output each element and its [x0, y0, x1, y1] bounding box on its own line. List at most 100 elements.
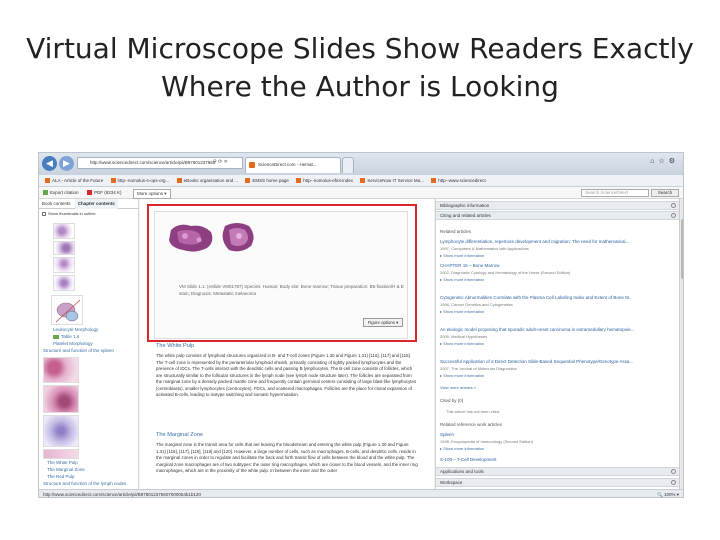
browser-address-row: ◀ ▶ http://www.sciencedirect.com/science… — [39, 153, 683, 175]
heading-white-pulp: The White Pulp — [156, 343, 195, 349]
show-more-link[interactable]: ▸ Show more information — [440, 446, 484, 451]
show-more-link[interactable]: ▸ Show more information — [440, 309, 484, 314]
highlight-frame — [147, 204, 417, 342]
show-more-link[interactable]: ▸ Show more information — [440, 373, 484, 378]
browser-screenshot: ◀ ▶ http://www.sciencedirect.com/science… — [38, 152, 684, 498]
paragraph-marginal-zone: The marginal zone is the transit area fo… — [156, 442, 418, 473]
address-text: http://www.sciencedirect.com/science/art… — [90, 160, 216, 165]
search-input[interactable]: Search ScienceDirect — [581, 189, 649, 197]
outline-link-leukocyte[interactable]: Leukocyte Morphology — [53, 327, 98, 332]
favorite-icon — [296, 178, 302, 184]
diagram-thumbnail[interactable] — [51, 295, 83, 325]
histology-thumbnail[interactable] — [43, 385, 79, 413]
tab-chapter-contents[interactable]: Chapter contents — [74, 199, 118, 209]
reference-link-spleen[interactable]: Spleen — [440, 432, 674, 437]
outline-link-spleen[interactable]: Structure and function of the spleen — [43, 348, 114, 353]
outline-link-platelet[interactable]: Platelet Morphology — [53, 341, 93, 346]
outline-link-marginal-zone[interactable]: The Marginal Zone — [47, 467, 85, 472]
back-button[interactable]: ◀ — [42, 156, 57, 171]
favorite-item[interactable]: http--nomolus-efint-index — [296, 175, 353, 186]
pdf-button[interactable]: PDF (9234 K) — [87, 187, 122, 199]
favorite-item[interactable]: ALA - Article of the Future — [45, 175, 103, 186]
cited-by-note: This article has not been cited. — [446, 409, 501, 414]
histology-thumbnail[interactable] — [43, 449, 79, 459]
favorite-item[interactable]: EMSS home page — [245, 175, 289, 186]
show-thumbnails-checkbox[interactable]: Show thumbnails in outline — [39, 209, 138, 218]
favorite-icon — [176, 178, 182, 184]
histology-thumbnail[interactable] — [43, 357, 79, 383]
refresh-icon[interactable]: ⟳ — [218, 159, 222, 165]
related-article-link[interactable]: An etiologic model proposing that sporad… — [440, 327, 674, 332]
slide-title-line2: Where the Author is Looking — [161, 70, 559, 103]
favorite-icon — [360, 178, 366, 184]
close-icon[interactable]: ✕ — [224, 159, 228, 165]
favorite-icon — [110, 178, 116, 184]
applications-bar[interactable]: Applications and tools — [436, 467, 679, 476]
related-article-link[interactable]: CHAPTER 15 – Bone Marrow — [440, 263, 674, 268]
zoom-control[interactable]: 🔍 100% ▾ — [657, 490, 679, 497]
page-scrollbar[interactable] — [679, 199, 683, 489]
show-more-link[interactable]: ▸ Show more information — [440, 253, 484, 258]
related-info-panel: Bibliographic information Citing and rel… — [435, 199, 679, 489]
article-body: VM Slide 1.1: (eSlide VM01787) Species: … — [140, 199, 434, 489]
scrollbar-thumb[interactable] — [681, 219, 683, 279]
thumbnail-image[interactable] — [53, 275, 75, 291]
favorites-bar: ALA - Article of the Future http--nomolu… — [39, 175, 683, 187]
tab-book-contents[interactable]: Book contents — [39, 199, 74, 209]
more-options-dropdown[interactable]: More options ▾ — [133, 189, 171, 199]
view-more-articles-link[interactable]: View more articles » — [440, 385, 476, 390]
thumbnail-image[interactable] — [53, 241, 75, 255]
chapter-outline-panel: Book contents Chapter contents Show thum… — [39, 199, 139, 489]
citing-bar[interactable]: Citing and related articles — [436, 211, 679, 220]
related-article-link[interactable]: Cytogenetic Abnormalities Correlate with… — [440, 295, 674, 300]
export-citation-button[interactable]: Export citation — [43, 187, 79, 199]
related-article-link[interactable]: Lymphocyte differentiation, repertoire d… — [440, 239, 674, 244]
status-url: http://www.sciencedirect.com/science/art… — [43, 492, 201, 497]
sciencedirect-favicon-icon — [249, 162, 255, 168]
related-article-meta: 1997, Computers & Mathematics with Appli… — [440, 246, 529, 251]
thumbnail-image[interactable] — [53, 257, 75, 273]
paragraph-white-pulp: The white pulp consists of lymphoid stru… — [156, 353, 417, 397]
related-article-meta: 1998, Cancer Genetics and Cytogenetics — [440, 302, 513, 307]
favorite-item[interactable]: http--www.sciencedirect — [431, 175, 486, 186]
outline-tabs: Book contents Chapter contents — [39, 199, 138, 209]
window-controls: ⌂☆⚙ — [650, 157, 679, 165]
favorite-item[interactable]: eBooks organisation and ... — [176, 175, 238, 186]
forward-button[interactable]: ▶ — [59, 156, 74, 171]
favorite-item[interactable]: http--nomolus-s-ops-org... — [110, 175, 169, 186]
related-article-link[interactable]: Successful Application of a Direct Detec… — [440, 359, 674, 364]
search-button[interactable]: Search — [651, 189, 679, 197]
bibliographic-bar[interactable]: Bibliographic information — [436, 201, 679, 210]
checkbox-icon — [42, 211, 46, 216]
pdf-icon — [87, 190, 92, 196]
export-icon — [43, 190, 48, 196]
workspace-bar[interactable]: Workspace — [436, 478, 679, 487]
spleen-diagram-icon — [55, 299, 81, 323]
tab-sciencedirect[interactable]: ScienceDirect.com - Hemat... — [245, 157, 341, 173]
favorite-icon — [245, 178, 251, 184]
outline-link-white-pulp[interactable]: The White Pulp — [47, 460, 78, 465]
histology-thumbnail[interactable] — [43, 415, 79, 447]
show-more-link[interactable]: ▸ Show more information — [440, 341, 484, 346]
reference-link-next[interactable]: S-100 – T-Cell Development — [440, 457, 674, 462]
slide-title: Virtual Microscope Slides Show Readers E… — [20, 30, 700, 106]
collapse-icon[interactable] — [671, 480, 676, 485]
search-icon[interactable]: ⚲ — [213, 159, 217, 165]
collapse-icon[interactable] — [671, 469, 676, 474]
collapse-icon[interactable] — [671, 203, 676, 208]
related-article-meta: 2002, Diagnostic Cytology and Hematology… — [440, 270, 571, 275]
cited-by-heading: Cited by (0) — [440, 398, 464, 403]
outline-link-red-pulp[interactable]: The Red Pulp — [47, 474, 75, 479]
star-icon[interactable]: ☆ — [658, 158, 668, 165]
slide-title-line1: Virtual Microscope Slides Show Readers E… — [26, 32, 694, 65]
outline-link-lymph-nodes[interactable]: Structure and function of the lymph node… — [43, 481, 126, 486]
gear-icon[interactable]: ⚙ — [669, 158, 679, 165]
favorite-item[interactable]: ServiceNow IT Service Ma... — [360, 175, 424, 186]
heading-marginal-zone: The Marginal Zone — [156, 432, 203, 438]
outline-link-table[interactable]: Table 1.6 — [53, 334, 79, 339]
show-more-link[interactable]: ▸ Show more information — [440, 277, 484, 282]
related-article-meta: 2009, Medical Hypotheses — [440, 334, 488, 339]
new-tab-button[interactable] — [342, 157, 354, 173]
thumbnail-image[interactable] — [53, 223, 75, 239]
collapse-icon[interactable] — [671, 213, 676, 218]
